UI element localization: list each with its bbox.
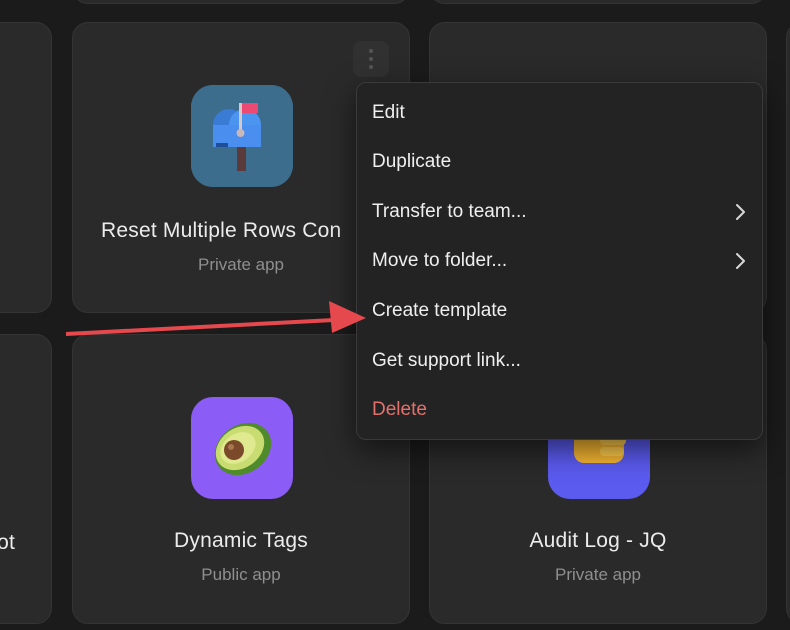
app-card-partial-left-top[interactable] [0,22,52,313]
menu-item-label: Get support link... [372,350,521,371]
app-context-menu: Edit Duplicate Transfer to team... Move … [356,82,763,440]
app-grid-screen: ot Reset Multiple Rows Con Private app D… [0,0,790,630]
app-card-partial-top-right[interactable] [429,0,767,4]
menu-item-label: Duplicate [372,151,452,172]
menu-item-create-template[interactable]: Create template [357,288,762,334]
app-card-partial-left-bottom[interactable]: ot [0,334,52,624]
menu-item-label: Delete [372,399,427,420]
menu-item-label: Move to folder... [372,250,508,271]
menu-item-transfer-to-team[interactable]: Transfer to team... [357,189,762,235]
menu-item-label: Edit [372,102,405,123]
menu-item-edit[interactable]: Edit [357,90,762,136]
card-visibility: Private app [555,565,641,584]
menu-item-move-to-folder[interactable]: Move to folder... [357,238,762,284]
kebab-icon [369,47,373,71]
more-options-button[interactable] [353,41,389,77]
chevron-right-icon [734,252,746,270]
mailbox-icon [191,85,293,187]
menu-item-label: Create template [372,300,508,321]
chevron-right-icon [734,203,746,221]
card-visibility: Public app [201,565,281,584]
app-card-partial-top-middle[interactable] [72,0,410,4]
menu-item-get-support-link[interactable]: Get support link... [357,338,762,384]
card-title: Dynamic Tags [174,529,308,552]
menu-item-label: Transfer to team... [372,201,527,222]
menu-item-duplicate[interactable]: Duplicate [357,139,762,185]
card-title: Audit Log - JQ [529,529,667,552]
card-title: ot [0,531,15,554]
menu-item-delete[interactable]: Delete [357,387,762,433]
avocado-icon [191,397,293,499]
app-card-partial-right[interactable] [786,22,790,624]
